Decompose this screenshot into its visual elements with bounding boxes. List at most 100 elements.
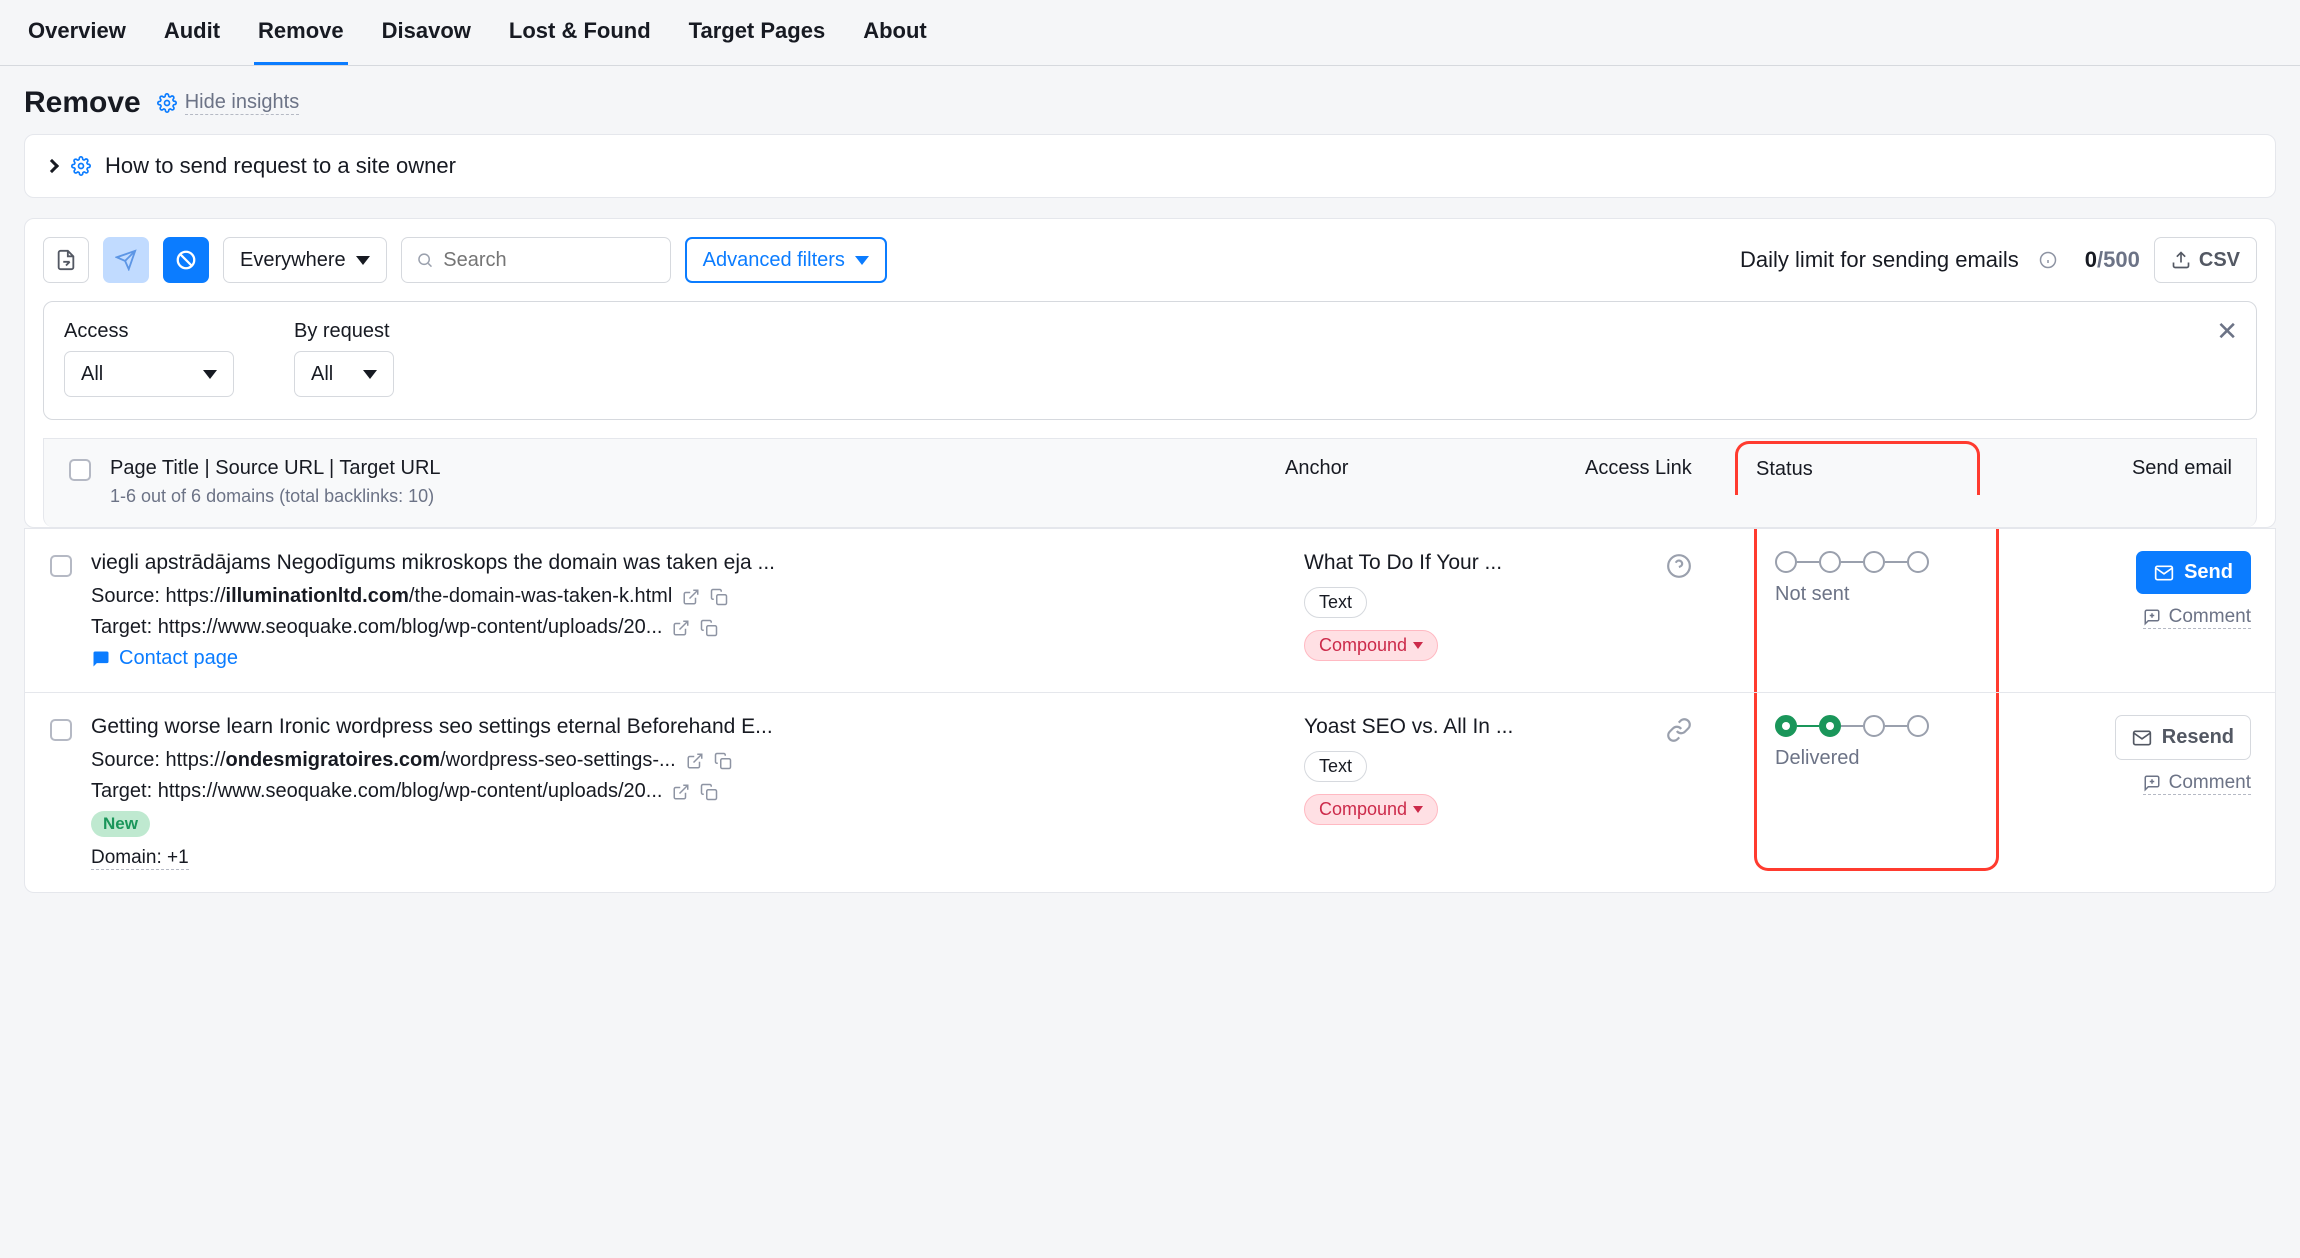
anchor-text: Yoast SEO vs. All In ... — [1304, 715, 1513, 739]
row-title: Getting worse learn Ironic wordpress seo… — [91, 715, 1304, 739]
target-prefix: Target: — [91, 616, 158, 638]
csv-export-button[interactable]: CSV — [2154, 237, 2257, 283]
chevron-down-icon — [855, 256, 869, 265]
block-button[interactable] — [163, 237, 209, 283]
col-access: Access Link — [1585, 457, 1735, 480]
copy-icon[interactable] — [700, 783, 718, 801]
source-proto: https:// — [165, 749, 225, 771]
progress-indicator — [1775, 551, 1978, 573]
domain-plus[interactable]: Domain: +1 — [91, 847, 189, 870]
daily-count: 0/500 — [2085, 247, 2140, 273]
source-prefix: Source: — [91, 585, 165, 607]
contact-page-label: Contact page — [119, 647, 238, 670]
chevron-down-icon — [1413, 806, 1423, 813]
tab-remove[interactable]: Remove — [254, 0, 348, 65]
external-link-icon[interactable] — [682, 588, 700, 606]
tag-text: Text — [1304, 587, 1367, 618]
daily-used: 0 — [2085, 247, 2097, 272]
source-prefix: Source: — [91, 749, 165, 771]
copy-icon[interactable] — [710, 588, 728, 606]
tab-disavow[interactable]: Disavow — [378, 0, 475, 65]
source-proto: https:// — [165, 585, 225, 607]
gear-icon — [157, 93, 177, 113]
row-checkbox[interactable] — [50, 719, 72, 741]
mail-icon — [2132, 728, 2152, 748]
table-row: Getting worse learn Ironic wordpress seo… — [25, 692, 2275, 892]
filter-access-dropdown[interactable]: All — [64, 351, 234, 397]
tag-compound[interactable]: Compound — [1304, 630, 1438, 661]
table-header: Page Title | Source URL | Target URL 1-6… — [43, 438, 2257, 527]
file-export-icon — [55, 249, 77, 271]
filter-request-label: By request — [294, 320, 394, 343]
daily-total: /500 — [2097, 247, 2140, 272]
copy-icon[interactable] — [714, 752, 732, 770]
tab-about[interactable]: About — [859, 0, 931, 65]
target-url: https://www.seoquake.com/blog/wp-content… — [158, 616, 663, 638]
comment-add-icon — [2143, 608, 2161, 626]
search-input[interactable] — [443, 249, 655, 272]
filter-request-value: All — [311, 363, 333, 386]
search-icon — [416, 250, 434, 270]
status-text: Not sent — [1775, 583, 1978, 606]
tab-overview[interactable]: Overview — [24, 0, 130, 65]
contact-page-link[interactable]: Contact page — [91, 647, 1304, 670]
progress-indicator — [1775, 715, 1978, 737]
tab-lost-found[interactable]: Lost & Found — [505, 0, 655, 65]
external-link-icon[interactable] — [686, 752, 704, 770]
chevron-down-icon — [363, 370, 377, 379]
chevron-right-icon — [45, 159, 59, 173]
col-status: Status — [1756, 458, 1959, 481]
col-page-sub: 1-6 out of 6 domains (total backlinks: 1… — [110, 486, 1285, 507]
scope-label: Everywhere — [240, 249, 346, 272]
question-circle-icon[interactable] — [1666, 553, 1692, 579]
info-icon[interactable] — [2039, 251, 2057, 269]
filters-panel: ✕ Access All By request All — [43, 301, 2257, 420]
mail-icon — [2154, 563, 2174, 583]
link-icon[interactable] — [1666, 717, 1692, 743]
search-input-wrapper[interactable] — [401, 237, 671, 283]
export-button[interactable] — [43, 237, 89, 283]
send-bulk-button[interactable] — [103, 237, 149, 283]
block-icon — [175, 249, 197, 271]
comment-label: Comment — [2169, 772, 2251, 794]
col-send-email: Send email — [1980, 457, 2250, 480]
row-checkbox[interactable] — [50, 555, 72, 577]
upload-icon — [2171, 250, 2191, 270]
anchor-text: What To Do If Your ... — [1304, 551, 1502, 575]
send-button[interactable]: Send — [2136, 551, 2251, 594]
tag-text: Text — [1304, 751, 1367, 782]
filter-access-label: Access — [64, 320, 234, 343]
filter-access-value: All — [81, 363, 103, 386]
external-link-icon[interactable] — [672, 783, 690, 801]
send-label: Send — [2184, 561, 2233, 584]
chat-icon — [91, 649, 111, 669]
scope-dropdown[interactable]: Everywhere — [223, 237, 387, 283]
comment-link[interactable]: Comment — [2143, 606, 2251, 629]
chevron-down-icon — [1413, 642, 1423, 649]
page-title: Remove — [24, 86, 141, 120]
gear-icon — [71, 156, 91, 176]
external-link-icon[interactable] — [672, 619, 690, 637]
close-icon[interactable]: ✕ — [2216, 316, 2238, 347]
tab-audit[interactable]: Audit — [160, 0, 224, 65]
chevron-down-icon — [356, 256, 370, 265]
table-row: viegli apstrādājams Negodīgums mikroskop… — [25, 528, 2275, 692]
resend-button[interactable]: Resend — [2115, 715, 2251, 760]
filter-request-dropdown[interactable]: All — [294, 351, 394, 397]
insight-card[interactable]: How to send request to a site owner — [24, 134, 2276, 198]
tab-target-pages[interactable]: Target Pages — [685, 0, 830, 65]
source-domain: illuminationltd.com — [226, 585, 409, 607]
new-badge: New — [91, 811, 150, 837]
select-all-checkbox[interactable] — [69, 459, 91, 481]
comment-label: Comment — [2169, 606, 2251, 628]
hide-insights-label: Hide insights — [185, 91, 300, 115]
csv-label: CSV — [2199, 249, 2240, 272]
row-title: viegli apstrādājams Negodīgums mikroskop… — [91, 551, 1304, 575]
copy-icon[interactable] — [700, 619, 718, 637]
tag-compound[interactable]: Compound — [1304, 794, 1438, 825]
advanced-filters-button[interactable]: Advanced filters — [685, 237, 887, 283]
col-anchor: Anchor — [1285, 457, 1585, 480]
source-path: /wordpress-seo-settings-... — [440, 749, 676, 771]
hide-insights[interactable]: Hide insights — [157, 91, 300, 115]
comment-link[interactable]: Comment — [2143, 772, 2251, 795]
